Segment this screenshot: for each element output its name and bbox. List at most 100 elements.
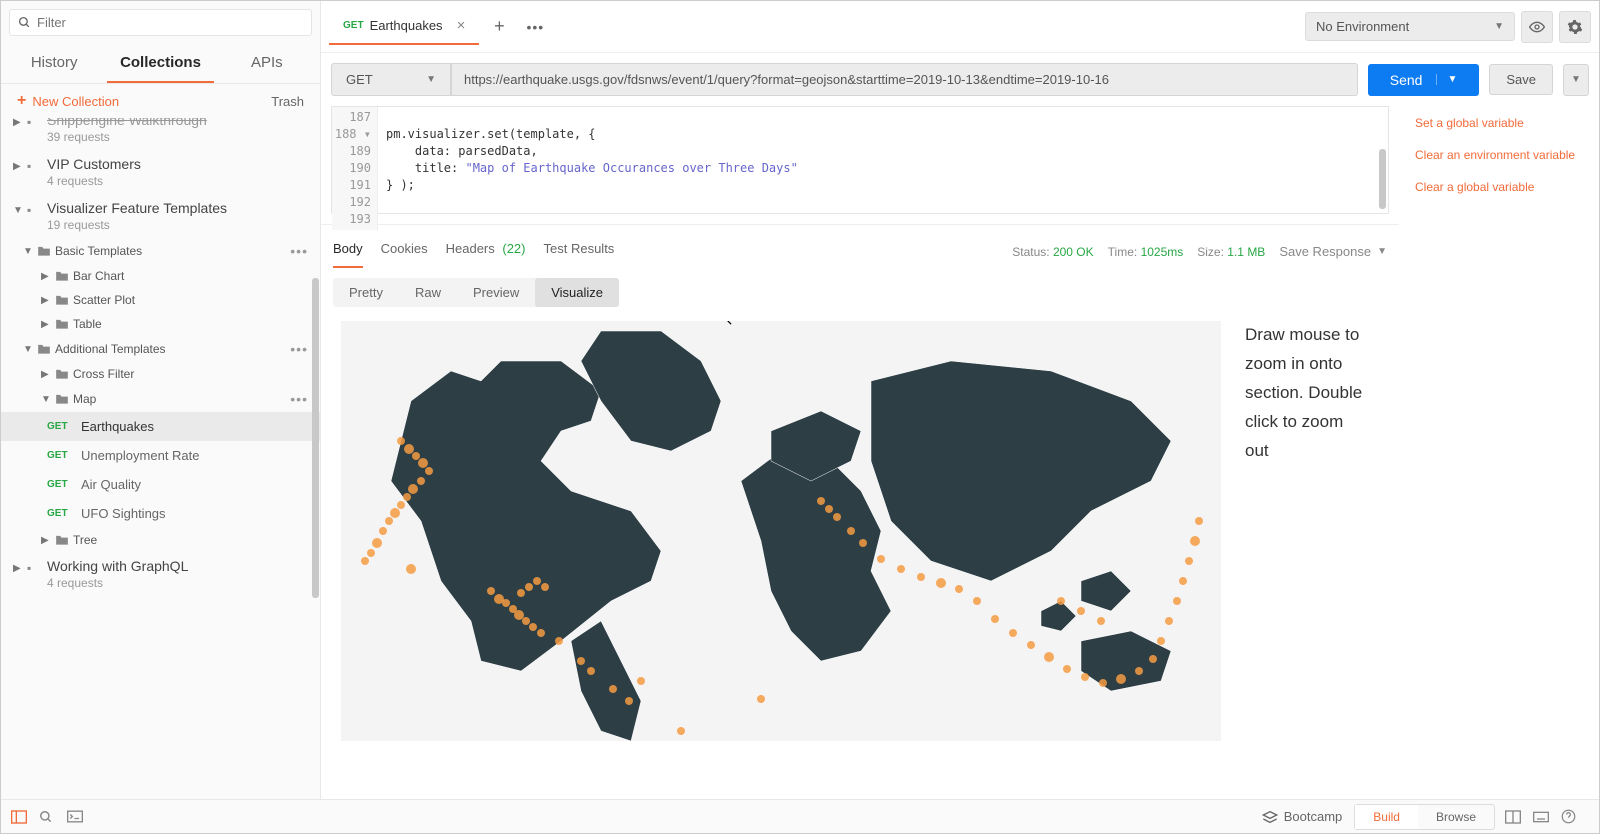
collection-item[interactable]: ▶ ▪ VIP Customers 4 requests [1,150,320,194]
folder-map[interactable]: ▼ Map ••• [1,386,320,412]
chevron-down-icon[interactable]: ▼ [1436,74,1457,85]
folder-label: Tree [73,533,97,547]
help-icon[interactable] [1561,809,1589,824]
new-tab-button[interactable]: + [483,11,515,43]
method-select[interactable]: GET ▼ [331,63,451,96]
snippet-clear-env[interactable]: Clear an environment variable [1415,148,1583,162]
chevron-right-icon: ▶ [41,295,55,306]
scrollbar[interactable] [312,278,319,598]
size-label: Size: 1.1 MB [1197,245,1265,259]
close-icon[interactable]: × [457,17,466,34]
footer: Bootcamp Build Browse [1,799,1599,833]
url-input[interactable]: https://earthquake.usgs.gov/fdsnws/event… [451,63,1358,96]
send-button[interactable]: Send ▼ [1368,64,1480,96]
request-earthquakes[interactable]: GET Earthquakes [1,412,320,441]
sidebar: History Collections APIs + New Collectio… [1,1,321,799]
tab-body[interactable]: Body [333,235,363,268]
request-bar: GET ▼ https://earthquake.usgs.gov/fdsnws… [321,53,1599,106]
folder-additional-templates[interactable]: ▼ Additional Templates ••• [1,336,320,362]
request-unemployment[interactable]: GET Unemployment Rate [1,441,320,470]
folder-basic-templates[interactable]: ▼ Basic Templates ••• [1,238,320,264]
code-editor[interactable]: 187 188 ▾ 189 190 191 192 193 pm.visuali… [331,106,1389,214]
folder-tree[interactable]: ▶ Tree [1,528,320,552]
request-name: Air Quality [81,477,141,492]
view-raw[interactable]: Raw [399,278,457,307]
tab-headers[interactable]: Headers (22) [446,235,526,268]
request-tab[interactable]: GET Earthquakes × [329,9,479,45]
filter-box[interactable] [9,9,312,36]
collection-icon: ▪ [27,561,47,575]
view-preview[interactable]: Preview [457,278,535,307]
tab-collections[interactable]: Collections [107,44,213,83]
keyboard-icon[interactable] [1533,811,1561,823]
environment-select[interactable]: No Environment ▼ [1305,12,1515,41]
method-label: GET [47,421,81,432]
code-body: pm.visualizer.set(template, { data: pars… [332,107,1388,213]
folder-icon [55,534,73,546]
collection-item[interactable]: ▼ ▪ Visualizer Feature Templates 19 requ… [1,194,320,238]
folder-icon [37,343,55,355]
folder-icon [55,318,73,330]
chevron-down-icon: ▼ [41,394,55,405]
folder-label: Scatter Plot [73,293,135,307]
folder-bar-chart[interactable]: ▶ Bar Chart [1,264,320,288]
trash-link[interactable]: Trash [271,94,304,109]
caret-icon: ▶ [13,563,27,574]
folder-label: Table [73,317,102,331]
collection-item[interactable]: ▶ ▪ Shippengine Walkthrough 39 requests [1,118,320,150]
save-response-button[interactable]: Save Response ▼ [1279,244,1387,259]
snippet-clear-global[interactable]: Clear a global variable [1415,180,1583,194]
snippets-panel: Set a global variable Clear an environme… [1399,106,1599,799]
tab-cookies[interactable]: Cookies [381,235,428,268]
world-map[interactable]: ↖ [341,321,1221,741]
save-dropdown[interactable]: ▼ [1563,64,1589,96]
plus-icon: + [17,92,26,110]
method-label: GET [47,479,81,490]
chevron-right-icon: ▶ [41,369,55,380]
save-response-label: Save Response [1279,244,1371,259]
two-pane-icon[interactable] [1505,810,1533,824]
folder-icon [55,393,73,405]
snippet-set-global[interactable]: Set a global variable [1415,116,1583,130]
tab-apis[interactable]: APIs [214,44,320,83]
settings-button[interactable] [1559,11,1591,43]
more-icon[interactable]: ••• [290,243,308,259]
top-bar: GET Earthquakes × + ••• No Environment ▼ [321,1,1599,53]
headers-count: (22) [502,241,525,256]
request-name: Unemployment Rate [81,448,200,463]
browse-mode[interactable]: Browse [1418,805,1494,829]
save-button[interactable]: Save [1489,64,1553,95]
filter-input[interactable] [37,15,303,30]
build-mode[interactable]: Build [1355,805,1418,829]
tab-test-results[interactable]: Test Results [544,235,615,268]
tab-history[interactable]: History [1,44,107,83]
bootcamp-button[interactable]: Bootcamp [1262,809,1343,824]
collection-item[interactable]: ▶ ▪ Working with GraphQL 4 requests [1,552,320,596]
method-label: GET [47,508,81,519]
new-collection-button[interactable]: + New Collection [17,92,119,110]
folder-table[interactable]: ▶ Table [1,312,320,336]
folder-scatter-plot[interactable]: ▶ Scatter Plot [1,288,320,312]
sidebar-toggle-icon[interactable] [11,810,39,824]
mode-toggle: Build Browse [1354,804,1495,830]
request-air-quality[interactable]: GET Air Quality [1,470,320,499]
request-name: Earthquakes [81,419,154,434]
tab-label: Earthquakes [370,18,443,33]
more-icon[interactable]: ••• [290,391,308,407]
collection-name: Shippengine Walkthrough [47,118,308,128]
find-icon[interactable] [39,810,67,824]
request-ufo[interactable]: GET UFO Sightings [1,499,320,528]
env-quicklook-button[interactable] [1521,11,1553,43]
more-icon[interactable]: ••• [290,341,308,357]
view-visualize[interactable]: Visualize [535,278,619,307]
view-pretty[interactable]: Pretty [333,278,399,307]
sidebar-tabs: History Collections APIs [1,44,320,84]
folder-cross-filter[interactable]: ▶ Cross Filter [1,362,320,386]
folder-icon [37,245,55,257]
chevron-down-icon: ▼ [1377,246,1387,257]
folder-label: Cross Filter [73,367,134,381]
tab-more-icon[interactable]: ••• [519,11,551,43]
console-icon[interactable] [67,810,95,823]
scrollbar[interactable] [1379,149,1386,209]
headers-label: Headers [446,241,495,256]
